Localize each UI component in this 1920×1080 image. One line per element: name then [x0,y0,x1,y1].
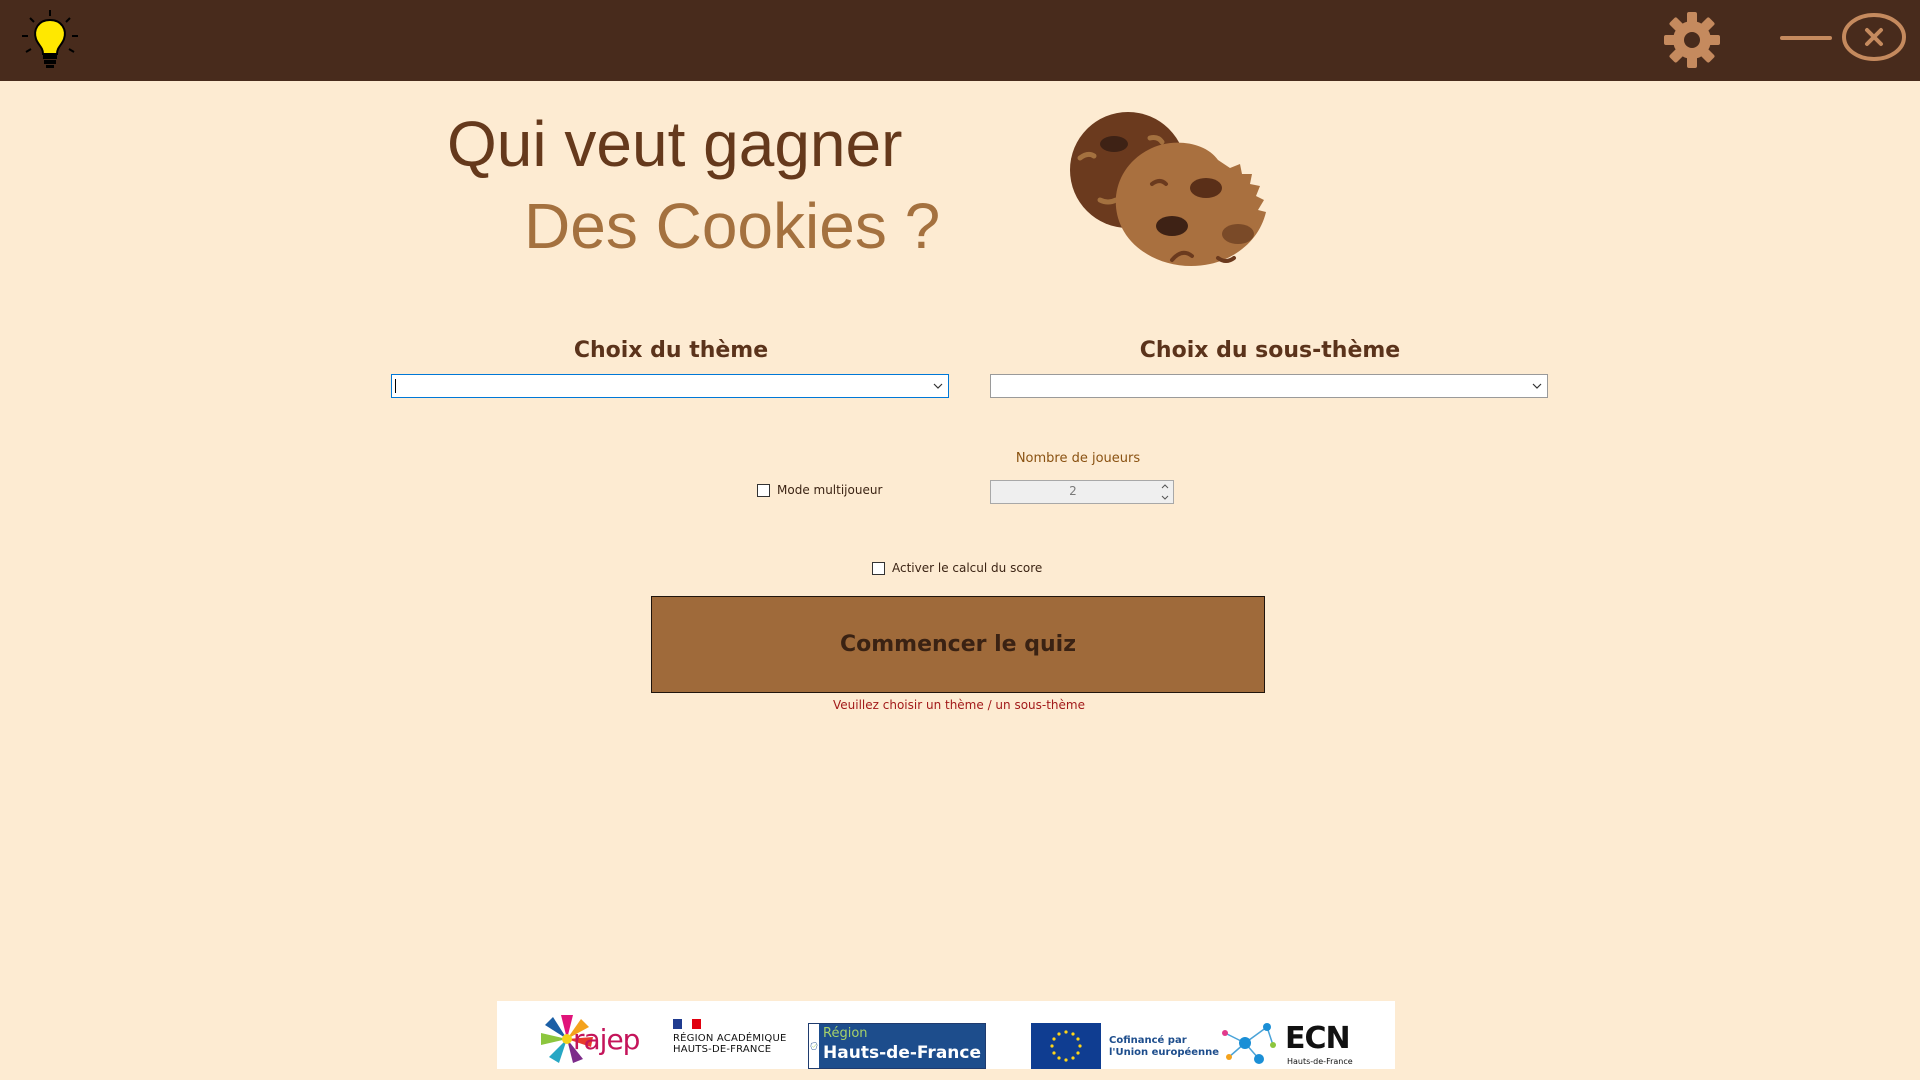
chevron-down-icon[interactable] [1531,380,1543,392]
subtheme-label: Choix du sous-thème [1139,338,1401,363]
subtheme-select[interactable] [990,374,1548,398]
eu-line-2: l'Union européenne [1109,1047,1220,1058]
score-label[interactable]: Activer le calcul du score [892,561,1042,575]
theme-label: Choix du thème [573,338,769,363]
start-quiz-button[interactable]: Commencer le quiz [651,596,1265,693]
multiplayer-option[interactable]: Mode multijoueur [757,483,882,497]
title-line-2: Des Cookies ? [524,190,941,262]
players-count-value[interactable]: 2 [991,484,1155,498]
eu-cofinance-text: Cofinancé par l'Union européenne [1109,1035,1219,1059]
chevron-down-icon[interactable] [932,380,944,392]
eu-line-1: Cofinancé par [1109,1035,1187,1046]
multiplayer-label[interactable]: Mode multijoueur [777,483,882,497]
region-academique-line-2: HAUTS-DE-FRANCE [673,1044,772,1055]
validation-warning: Veuillez choisir un thème / un sous-thèm… [832,698,1085,712]
score-option[interactable]: Activer le calcul du score [872,561,1042,575]
region-academique-logo: RÉGION ACADÉMIQUE HAUTS-DE-FRANCE [673,1019,787,1055]
players-count-stepper[interactable]: 2 [990,480,1174,504]
region-hdf-big: Hauts-de-France [823,1043,981,1063]
network-icon [1222,1023,1276,1064]
ecn-logo-text: ECN [1285,1021,1351,1056]
region-map-icon [809,1024,820,1068]
cookies-icon [1070,112,1266,267]
increment-icon[interactable] [1157,481,1173,492]
multiplayer-checkbox[interactable] [757,483,770,497]
title-line-1: Qui veut gagner [447,108,903,180]
eu-flag-icon [1031,1023,1101,1069]
region-academique-line-1: RÉGION ACADÉMIQUE [673,1033,787,1044]
decrement-icon[interactable] [1157,492,1173,503]
text-caret [395,379,396,393]
lightbulb-icon[interactable] [18,8,82,72]
ecn-logo-subtext: Hauts-de-France [1287,1057,1353,1066]
close-icon[interactable] [1840,10,1908,64]
partner-logos-footer: rajep RÉGION ACADÉMIQUE HAUTS-DE-FRANCE … [497,1001,1395,1069]
minimize-icon[interactable] [1780,20,1832,56]
players-count-label: Nombre de joueurs [1015,451,1141,466]
top-bar [0,0,1920,81]
region-hdf-small: Région [823,1026,868,1041]
gear-icon[interactable] [1660,8,1724,72]
crajep-logo-text: rajep [573,1023,640,1056]
score-checkbox[interactable] [872,561,885,575]
french-flag-icon [673,1019,701,1029]
region-hdf-logo: Région Hauts-de-France [808,1023,986,1069]
theme-select[interactable] [391,374,949,398]
